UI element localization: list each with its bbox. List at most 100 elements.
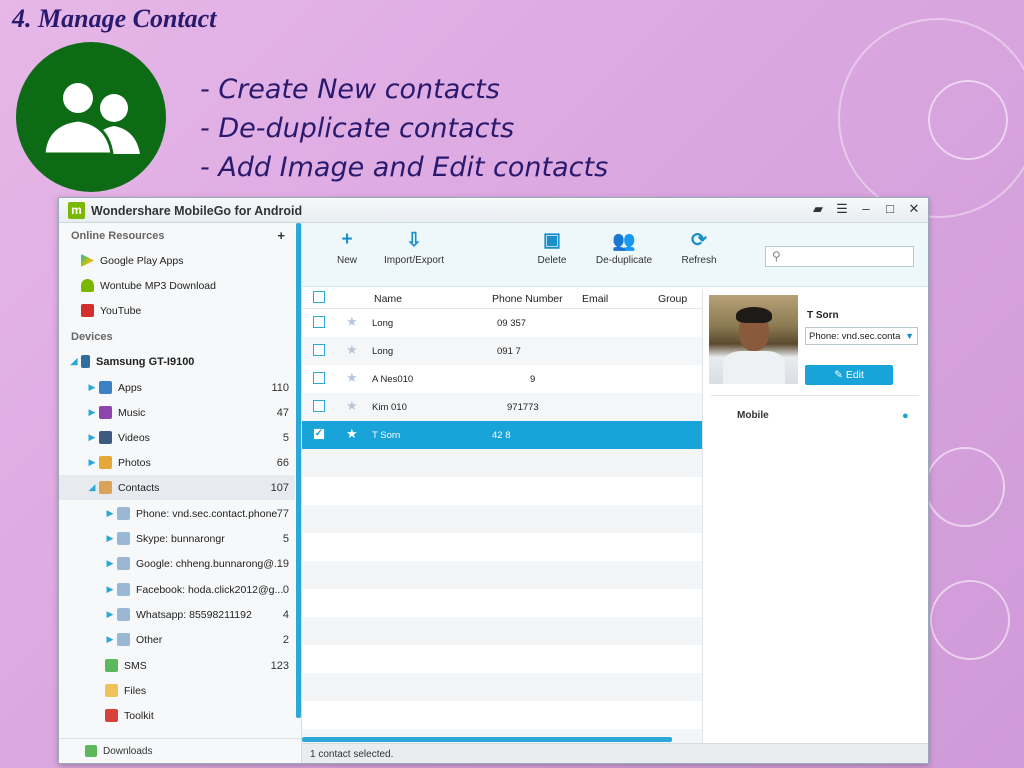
device-item[interactable]: ◢ Samsung GT-I9100 (59, 349, 295, 374)
column-header-name[interactable]: Name (374, 293, 402, 305)
table-row-selected[interactable]: ✓ ★ T Sorn 42 8 (302, 421, 702, 449)
star-icon[interactable]: ★ (346, 398, 358, 414)
decor-ring (925, 447, 1005, 527)
horizontal-scrollbar[interactable] (302, 737, 672, 742)
table-row[interactable]: ★ Long 091 7 (302, 337, 702, 365)
sidebar-item-account[interactable]: ▶ Phone: vnd.sec.contact.phone 77 (59, 501, 295, 526)
row-checkbox[interactable] (313, 344, 325, 356)
play-store-icon (81, 254, 94, 267)
import-export-icon: ⇩ (406, 230, 422, 251)
select-all-checkbox[interactable] (313, 291, 325, 303)
star-icon[interactable]: ★ (346, 314, 358, 330)
column-header-email[interactable]: Email (582, 293, 608, 305)
sidebar-item-account[interactable]: ▶ Facebook: hoda.click2012@g... 0 (59, 577, 295, 602)
contacts-icon (99, 481, 112, 494)
row-checkbox[interactable] (313, 372, 325, 384)
title-bar: m Wondershare MobileGo for Android ▰ ☰ –… (59, 198, 928, 223)
sidebar-item-account[interactable]: ▶ Other 2 (59, 627, 295, 652)
expand-arrow-icon[interactable]: ▶ (85, 432, 99, 443)
sidebar-item-account[interactable]: ▶ Google: chheng.bunnarong@... 19 (59, 551, 295, 576)
account-select[interactable]: Phone: vnd.sec.conta ▼ (805, 327, 918, 345)
app-logo-icon: m (68, 202, 85, 219)
sidebar: Online Resources + Google Play Apps Wont… (59, 223, 302, 763)
sidebar-item-google-play[interactable]: Google Play Apps (59, 248, 295, 273)
contacts-badge-icon (16, 42, 166, 192)
table-row[interactable]: ★ Kim 010 971773 (302, 393, 702, 421)
contacts-table: Name Phone Number Email Group ★ Long 09 … (302, 289, 702, 743)
bullet-item: - Add Image and Edit contacts (200, 152, 609, 183)
star-icon[interactable]: ★ (346, 426, 358, 442)
downloads-button[interactable]: Downloads (59, 738, 301, 763)
contact-card-icon (117, 583, 130, 596)
row-checkbox[interactable] (313, 400, 325, 412)
table-row[interactable]: ★ Long 09 357 (302, 309, 702, 337)
feedback-icon[interactable]: ▰ (810, 201, 826, 217)
table-body: ★ Long 09 357 ★ Long 091 7 ★ A Nes010 9 (302, 309, 702, 743)
sidebar-item-videos[interactable]: ▶ Videos 5 (59, 425, 295, 450)
expand-arrow-icon[interactable]: ▶ (103, 584, 117, 595)
sidebar-item-sms[interactable]: SMS 123 (59, 653, 295, 678)
import-export-button[interactable]: ⇩ Import/Export (382, 229, 446, 266)
expand-arrow-icon[interactable]: ▶ (103, 533, 117, 544)
expand-arrow-icon[interactable]: ▶ (103, 609, 117, 620)
apps-icon (99, 381, 112, 394)
add-resource-button[interactable]: + (277, 228, 285, 243)
sidebar-scrollbar[interactable] (296, 223, 301, 718)
row-checkbox-checked[interactable]: ✓ (313, 428, 325, 440)
column-header-group[interactable]: Group (658, 293, 687, 305)
sidebar-item-youtube[interactable]: YouTube (59, 298, 295, 323)
collapse-arrow-icon[interactable]: ◢ (67, 356, 81, 367)
trash-icon: ▣ (543, 230, 561, 251)
search-icon: ⚲ (772, 249, 781, 263)
star-icon[interactable]: ★ (346, 342, 358, 358)
column-header-phone[interactable]: Phone Number (492, 293, 563, 305)
edit-icon: ✎ (834, 369, 843, 381)
sidebar-item-toolkit[interactable]: Toolkit (59, 703, 295, 728)
deduplicate-button[interactable]: 👥 De-duplicate (592, 229, 656, 266)
divider (711, 395, 919, 396)
menu-icon[interactable]: ☰ (834, 201, 850, 217)
status-bar: 1 contact selected. (302, 743, 928, 763)
photo-shirt (723, 351, 785, 384)
refresh-button[interactable]: ⟳ Refresh (676, 229, 722, 266)
expand-arrow-icon[interactable]: ▶ (103, 558, 117, 569)
sidebar-item-files[interactable]: Files (59, 678, 295, 703)
collapse-arrow-icon[interactable]: ◢ (85, 482, 99, 493)
minimize-button[interactable]: – (858, 201, 874, 217)
video-icon (99, 431, 112, 444)
message-icon[interactable]: ● (902, 410, 909, 422)
app-window: m Wondershare MobileGo for Android ▰ ☰ –… (58, 197, 929, 764)
online-resources-header: Online Resources + (71, 228, 285, 243)
sidebar-item-account[interactable]: ▶ Skype: bunnarongr 5 (59, 526, 295, 551)
people-icon: 👥 (612, 231, 636, 252)
sidebar-item-apps[interactable]: ▶ Apps 110 (59, 375, 295, 400)
table-header: Name Phone Number Email Group (302, 289, 702, 309)
sms-icon (105, 659, 118, 672)
contact-card-icon (117, 633, 130, 646)
phone-icon (81, 355, 90, 368)
table-row[interactable]: ★ A Nes010 9 (302, 365, 702, 393)
mobile-label: Mobile (737, 410, 769, 421)
expand-arrow-icon[interactable]: ▶ (85, 382, 99, 393)
download-icon (85, 745, 97, 757)
sidebar-item-photos[interactable]: ▶ Photos 66 (59, 450, 295, 475)
sidebar-item-wontube[interactable]: Wontube MP3 Download (59, 273, 295, 298)
sidebar-item-contacts[interactable]: ◢ Contacts 107 (59, 475, 295, 500)
contact-photo[interactable] (709, 295, 798, 384)
expand-arrow-icon[interactable]: ▶ (85, 457, 99, 468)
expand-arrow-icon[interactable]: ▶ (103, 634, 117, 645)
edit-button[interactable]: ✎ Edit (805, 365, 893, 385)
delete-button[interactable]: ▣ Delete (530, 229, 574, 266)
folder-icon (105, 684, 118, 697)
expand-arrow-icon[interactable]: ▶ (85, 407, 99, 418)
devices-header: Devices (71, 330, 113, 343)
maximize-button[interactable]: □ (882, 201, 898, 217)
close-button[interactable]: ✕ (906, 201, 922, 217)
row-checkbox[interactable] (313, 316, 325, 328)
sidebar-item-account[interactable]: ▶ Whatsapp: 85598211192 4 (59, 602, 295, 627)
new-button[interactable]: + New (326, 229, 368, 266)
sidebar-item-music[interactable]: ▶ Music 47 (59, 400, 295, 425)
expand-arrow-icon[interactable]: ▶ (103, 508, 117, 519)
star-icon[interactable]: ★ (346, 370, 358, 386)
search-input[interactable]: ⚲ (765, 246, 914, 267)
